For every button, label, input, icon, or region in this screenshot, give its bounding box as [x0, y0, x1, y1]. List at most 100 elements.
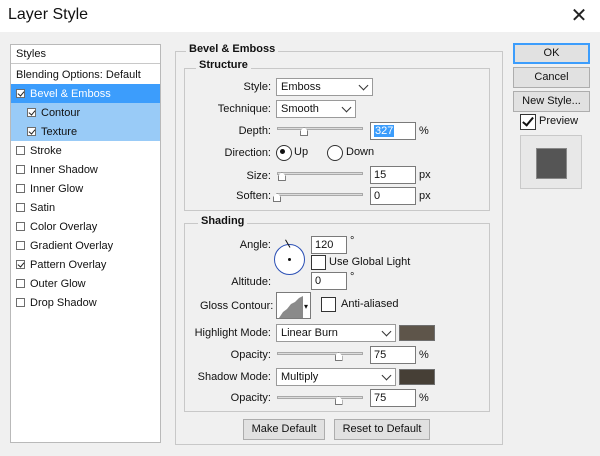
size-slider-track[interactable]: [277, 172, 363, 175]
shadow-opacity-label: Opacity:: [230, 392, 271, 404]
style-item-label: Gradient Overlay: [30, 239, 114, 252]
shadow-mode-select[interactable]: Multiply: [276, 368, 396, 386]
size-label: Size:: [246, 170, 271, 182]
shadow-color-swatch[interactable]: [399, 369, 435, 385]
style-item[interactable]: Gradient Overlay: [11, 236, 160, 255]
style-item-label: Bevel & Emboss: [30, 87, 111, 100]
style-checkbox[interactable]: [16, 241, 25, 250]
style-item[interactable]: Texture: [11, 122, 160, 141]
chevron-down-icon: [381, 370, 392, 381]
depth-input[interactable]: 327: [370, 122, 416, 140]
new-style-button[interactable]: New Style...: [513, 91, 590, 112]
direction-up-label: Up: [294, 146, 309, 158]
cancel-button[interactable]: Cancel: [513, 67, 590, 88]
shadow-opacity-unit: %: [419, 392, 429, 404]
altitude-label: Altitude:: [231, 276, 271, 288]
anti-aliased-label: Anti-aliased: [341, 298, 399, 310]
style-item-label: Texture: [41, 125, 78, 138]
style-item-label: Color Overlay: [30, 220, 98, 233]
style-checkbox[interactable]: [16, 222, 25, 231]
preview-checkbox[interactable]: [520, 114, 536, 130]
direction-up-radio[interactable]: [276, 145, 292, 161]
highlight-mode-value: Linear Burn: [281, 327, 338, 339]
soften-slider-track[interactable]: [277, 193, 363, 196]
direction-down-label: Down: [346, 146, 375, 158]
style-select[interactable]: Emboss: [276, 78, 373, 96]
depth-label: Depth:: [238, 125, 271, 137]
chevron-down-icon: [381, 326, 392, 337]
style-item[interactable]: Bevel & Emboss: [11, 84, 160, 103]
size-input[interactable]: 15: [370, 166, 416, 184]
window-title: Layer Style: [8, 6, 89, 23]
style-checkbox[interactable]: [16, 279, 25, 288]
highlight-opacity-unit: %: [419, 349, 429, 361]
structure-title: Structure: [196, 59, 251, 71]
global-light-checkbox[interactable]: [311, 255, 326, 270]
soften-input[interactable]: 0: [370, 187, 416, 205]
make-default-button[interactable]: Make Default: [243, 419, 325, 440]
contour-preview-icon: [279, 296, 303, 318]
shadow-opacity-track[interactable]: [277, 396, 363, 399]
style-checkbox[interactable]: [16, 298, 25, 307]
shading-title: Shading: [198, 215, 248, 227]
blending-options-label: Blending Options: Default: [16, 68, 141, 81]
shadow-opacity-input[interactable]: 75: [370, 389, 416, 407]
angle-input[interactable]: 120: [311, 236, 347, 254]
style-item[interactable]: Inner Glow: [11, 179, 160, 198]
preview-square: [536, 148, 567, 179]
highlight-color-swatch[interactable]: [399, 325, 435, 341]
chevron-down-icon: [358, 80, 369, 91]
chevron-down-icon: ▾: [303, 302, 308, 311]
style-item[interactable]: Outer Glow: [11, 274, 160, 293]
style-item-label: Drop Shadow: [30, 296, 97, 309]
style-checkbox[interactable]: [27, 108, 36, 117]
direction-label: Direction:: [224, 147, 271, 159]
size-unit: px: [419, 169, 431, 181]
technique-select-value: Smooth: [281, 103, 319, 115]
style-item[interactable]: Pattern Overlay: [11, 255, 160, 274]
bevel-emboss-title: Bevel & Emboss: [186, 43, 279, 55]
style-item-label: Outer Glow: [30, 277, 86, 290]
soften-unit: px: [419, 190, 431, 202]
ok-button[interactable]: OK: [513, 43, 590, 64]
gloss-contour-label: Gloss Contour:: [200, 300, 274, 312]
anti-aliased-checkbox[interactable]: [321, 297, 336, 312]
preview-label: Preview: [539, 115, 579, 127]
style-checkbox[interactable]: [16, 184, 25, 193]
style-checkbox[interactable]: [16, 203, 25, 212]
style-item[interactable]: Stroke: [11, 141, 160, 160]
highlight-mode-select[interactable]: Linear Burn: [276, 324, 396, 342]
highlight-opacity-track[interactable]: [277, 352, 363, 355]
reset-default-button[interactable]: Reset to Default: [334, 419, 430, 440]
highlight-opacity-input[interactable]: 75: [370, 346, 416, 364]
highlight-mode-label: Highlight Mode:: [194, 327, 271, 339]
highlight-opacity-label: Opacity:: [230, 349, 271, 361]
angle-dial[interactable]: [274, 239, 305, 275]
style-checkbox[interactable]: [27, 127, 36, 136]
style-item[interactable]: Inner Shadow: [11, 160, 160, 179]
close-icon[interactable]: ✕: [566, 3, 592, 29]
style-checkbox[interactable]: [16, 165, 25, 174]
style-item[interactable]: Color Overlay: [11, 217, 160, 236]
style-checkbox[interactable]: [16, 146, 25, 155]
depth-slider-track[interactable]: [277, 127, 363, 130]
style-item-label: Satin: [30, 201, 56, 214]
checkmark-icon: [522, 114, 534, 127]
soften-label: Soften:: [236, 190, 271, 202]
gloss-contour-picker[interactable]: ▾: [276, 292, 311, 319]
chevron-down-icon: [341, 102, 352, 113]
altitude-input[interactable]: 0: [311, 272, 347, 290]
styles-header[interactable]: Styles: [11, 45, 160, 64]
blending-options-item[interactable]: Blending Options: Default: [11, 65, 160, 84]
style-item[interactable]: Drop Shadow: [11, 293, 160, 312]
angle-unit: °: [350, 235, 355, 247]
style-item-label: Inner Glow: [30, 182, 84, 195]
style-item[interactable]: Satin: [11, 198, 160, 217]
altitude-unit: °: [350, 271, 355, 283]
style-checkbox[interactable]: [16, 260, 25, 269]
direction-down-radio[interactable]: [327, 145, 343, 161]
technique-select[interactable]: Smooth: [276, 100, 356, 118]
style-checkbox[interactable]: [16, 89, 25, 98]
style-item-label: Inner Shadow: [30, 163, 98, 176]
style-item[interactable]: Contour: [11, 103, 160, 122]
